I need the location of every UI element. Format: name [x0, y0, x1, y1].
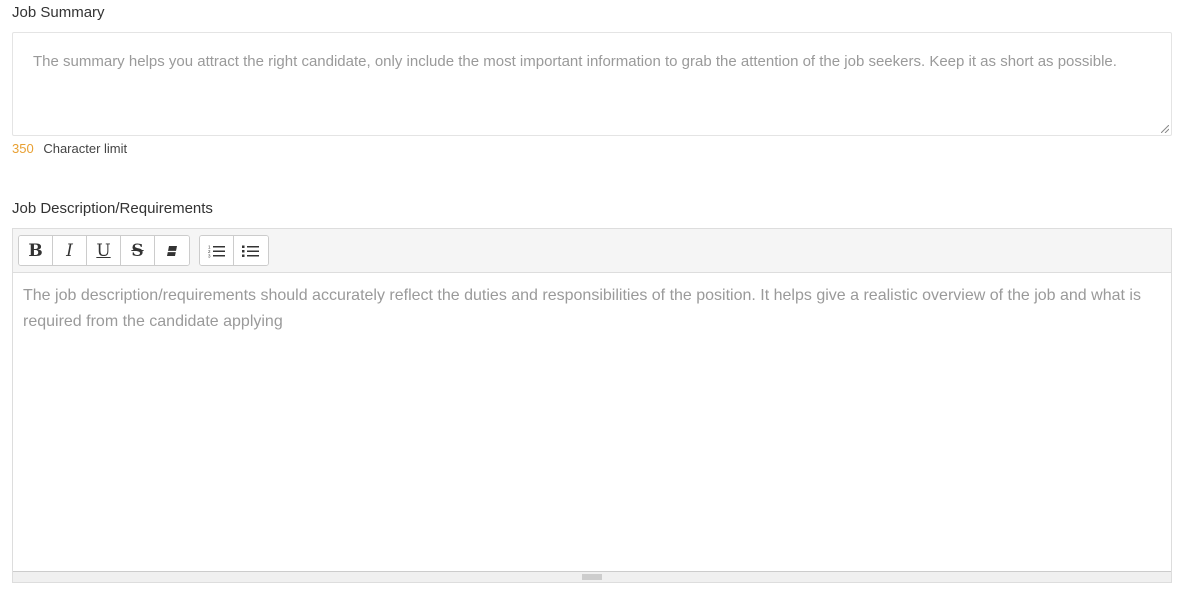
job-description-placeholder: The job description/requirements should … [23, 287, 1141, 330]
character-count: 350 [12, 141, 34, 156]
character-limit-indicator: 350 Character limit [12, 141, 127, 157]
svg-text:3: 3 [208, 253, 211, 258]
ordered-list-icon: 1 2 3 [208, 244, 225, 258]
job-summary-placeholder: The summary helps you attract the right … [33, 53, 1117, 70]
editor-resize-bar[interactable] [13, 571, 1171, 582]
strikethrough-button[interactable]: S [121, 236, 155, 265]
bold-button[interactable]: B [19, 236, 53, 265]
job-description-label: Job Description/Requirements [12, 200, 213, 217]
character-limit-text: Character limit [43, 141, 128, 156]
italic-button[interactable]: I [53, 236, 87, 265]
eraser-icon [167, 245, 177, 256]
list-button-group: 1 2 3 [199, 235, 269, 266]
underline-button[interactable]: U [87, 236, 121, 265]
editor-toolbar: B I U S 1 2 3 [13, 229, 1171, 273]
clear-format-button[interactable] [155, 236, 189, 265]
format-button-group: B I U S [18, 235, 190, 266]
job-summary-label: Job Summary [12, 4, 105, 21]
drag-handle-icon [582, 574, 602, 580]
unordered-list-icon [242, 245, 259, 257]
ordered-list-button[interactable]: 1 2 3 [200, 236, 234, 265]
job-description-editor: B I U S 1 2 3 The job description/requir… [12, 228, 1172, 583]
job-description-input[interactable]: The job description/requirements should … [13, 273, 1171, 572]
unordered-list-button[interactable] [234, 236, 268, 265]
resize-grip-icon[interactable] [1161, 125, 1169, 133]
job-summary-textarea[interactable]: The summary helps you attract the right … [12, 32, 1172, 136]
